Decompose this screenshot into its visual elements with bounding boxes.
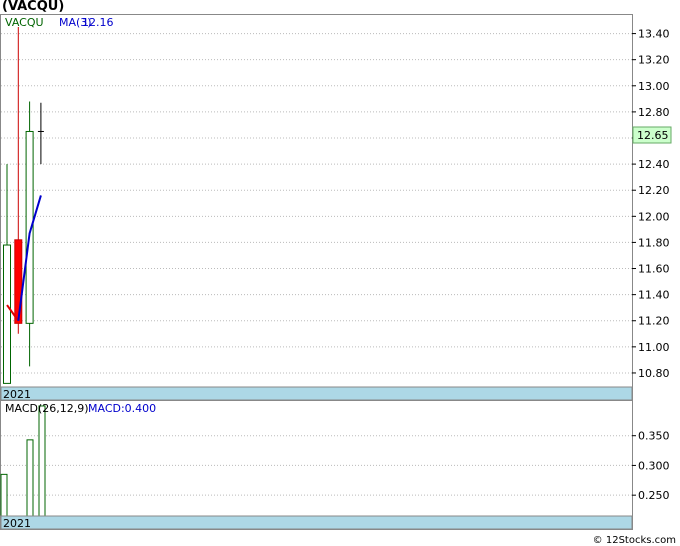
price-year-band xyxy=(0,386,633,401)
macd-tick-label: 0.350 xyxy=(638,430,670,443)
macd-axis: 0.250 0.300 0.350 xyxy=(632,430,670,502)
macd-label: MACD(26,12,9) xyxy=(5,402,89,415)
stock-chart: 10.80 11.00 11.20 11.40 11.60 11.80 12.00 12.20… xyxy=(0,14,672,530)
price-tick-label: 12.80 xyxy=(638,106,670,119)
macd-tick-label: 0.300 xyxy=(638,459,670,472)
price-axis: 10.80 11.00 11.20 11.40 11.60 11.80 12.00 12.20… xyxy=(632,28,670,380)
candle-body xyxy=(3,244,11,384)
last-price-label: 12.65 xyxy=(637,129,669,142)
price-tick-label: 13.40 xyxy=(638,28,670,41)
site-credit: © 12Stocks.com xyxy=(592,535,676,546)
price-tick-label: 11.40 xyxy=(638,289,670,302)
price-year-label: 2021 xyxy=(3,388,31,401)
price-tick-label: 12.00 xyxy=(638,210,670,223)
ticker-label: VACQU xyxy=(5,16,44,29)
price-tick-label: 11.60 xyxy=(638,263,670,276)
price-tick-label: 12.40 xyxy=(638,158,670,171)
price-tick-label: 11.00 xyxy=(638,341,670,354)
ma-value: 12.16 xyxy=(82,16,114,29)
candle-body xyxy=(14,239,23,324)
macd-year-label: 2021 xyxy=(3,517,31,530)
price-tick-label: 12.20 xyxy=(638,184,670,197)
price-panel-frame xyxy=(0,14,633,401)
price-tick-label: 11.20 xyxy=(638,315,670,328)
macd-tick-label: 0.250 xyxy=(638,489,670,502)
macd-year-band xyxy=(0,515,633,530)
price-tick-label: 10.80 xyxy=(638,367,670,380)
macd-value: MACD:0.400 xyxy=(88,402,156,415)
price-tick-label: 13.20 xyxy=(638,54,670,67)
price-tick-label: 13.00 xyxy=(638,80,670,93)
macd-bar xyxy=(26,439,34,517)
price-tick-label: 11.80 xyxy=(638,236,670,249)
macd-bar xyxy=(38,405,46,517)
macd-bar xyxy=(0,473,8,517)
